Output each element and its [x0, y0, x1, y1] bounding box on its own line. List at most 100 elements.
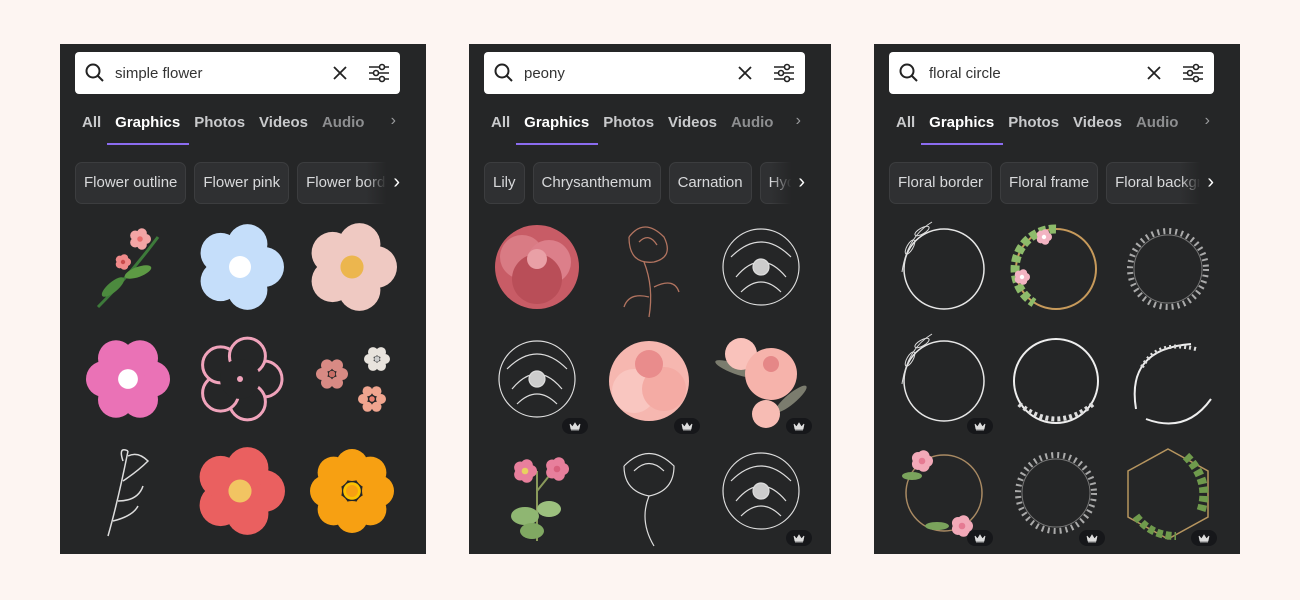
graphic-result[interactable] [75, 214, 187, 326]
graphic-result[interactable] [187, 326, 299, 438]
graphic-result[interactable] [708, 214, 820, 326]
graphic-result[interactable] [187, 438, 299, 550]
sprig-graphic [96, 228, 160, 309]
ring-leaf-graphic [901, 221, 985, 310]
filter-icon[interactable] [1182, 63, 1204, 83]
graphic-result[interactable] [299, 326, 411, 438]
tab-videos[interactable]: Videos [1073, 112, 1129, 143]
tab-audio[interactable]: Audio [1136, 112, 1186, 143]
premium-crown-icon [967, 418, 993, 434]
search-panel: floral circle All Graphics Photos Videos Aud… [874, 44, 1240, 554]
suggestion-chip[interactable]: Floral frame [1000, 162, 1099, 204]
orange-flower-graphic [310, 449, 394, 533]
graphic-result[interactable] [708, 326, 820, 438]
suggestion-chips: Floral borderFloral frameFloral backgrou… [889, 162, 1214, 204]
clear-icon[interactable] [1146, 65, 1162, 81]
tab-graphics[interactable]: Graphics [921, 112, 1004, 145]
results-grid [889, 214, 1230, 550]
graphic-result[interactable] [75, 438, 187, 550]
graphic-result[interactable] [889, 438, 1001, 550]
chevron-right-icon[interactable]: › [1205, 112, 1210, 130]
results-grid [484, 214, 821, 550]
search-bar[interactable]: simple flower [75, 52, 400, 94]
category-tabs: All Graphics Photos Videos Audio [82, 112, 378, 145]
clear-icon[interactable] [737, 65, 753, 81]
premium-crown-icon [1079, 530, 1105, 546]
graphic-result[interactable] [484, 438, 596, 550]
premium-crown-icon [967, 530, 993, 546]
search-input[interactable]: peony [524, 65, 737, 82]
graphic-result[interactable] [596, 214, 708, 326]
red-flower-graphic [199, 447, 285, 535]
graphic-result[interactable] [299, 438, 411, 550]
ring-gold-graphic [1010, 224, 1097, 310]
suggestion-chip[interactable]: Lily [484, 162, 525, 204]
graphic-result[interactable] [1001, 438, 1113, 550]
premium-crown-icon [786, 418, 812, 434]
ring-wreath-graphic [1127, 228, 1209, 310]
clear-icon[interactable] [332, 65, 348, 81]
search-panel: simple flower All Graphics Photos Videos Aud… [60, 44, 426, 554]
graphic-result[interactable] [75, 326, 187, 438]
tab-audio[interactable]: Audio [322, 112, 372, 143]
line-stem-graphic [107, 449, 150, 537]
tab-photos[interactable]: Photos [1008, 112, 1066, 143]
graphic-result[interactable] [1001, 214, 1113, 326]
premium-crown-icon [786, 530, 812, 546]
pink-flower-graphic [86, 340, 170, 418]
suggestion-chip[interactable]: Carnation [668, 162, 752, 204]
search-icon [85, 63, 104, 82]
graphic-result[interactable] [1001, 326, 1113, 438]
graphic-result[interactable] [299, 214, 411, 326]
results-grid [75, 214, 416, 550]
suggestion-chip[interactable]: Flower outline [75, 162, 187, 204]
graphic-result[interactable] [596, 438, 708, 550]
chevron-right-icon[interactable]: › [796, 112, 801, 130]
category-tabs: All Graphics Photos Videos Audio [896, 112, 1192, 145]
ring-swirl-graphic [1133, 343, 1212, 425]
tab-photos[interactable]: Photos [194, 112, 252, 143]
outline-pink-graphic [201, 336, 284, 422]
suggestion-chips: LilyChrysanthemumCarnationHydrangea [484, 162, 805, 204]
suggestion-chip[interactable]: Flower pink [194, 162, 290, 204]
suggestion-chip[interactable]: Chrysanthemum [532, 162, 661, 204]
graphic-result[interactable] [1113, 214, 1225, 326]
tab-all[interactable]: All [896, 112, 922, 143]
tab-photos[interactable]: Photos [603, 112, 661, 143]
red-peony-graphic [495, 225, 579, 309]
graphic-result[interactable] [596, 326, 708, 438]
copper-line-graphic [623, 226, 680, 318]
graphic-result[interactable] [1113, 438, 1225, 550]
search-bar[interactable]: peony [484, 52, 805, 94]
chevron-right-icon[interactable]: › [391, 112, 396, 130]
tab-all[interactable]: All [491, 112, 517, 143]
white-line-graphic [722, 228, 800, 306]
search-icon [494, 63, 513, 82]
search-input[interactable]: floral circle [929, 65, 1146, 82]
suggestion-chip[interactable]: Floral border [889, 162, 993, 204]
chips-next-icon[interactable]: › [771, 162, 805, 204]
premium-crown-icon [562, 418, 588, 434]
search-panel: peony All Graphics Photos Videos Audio › Lil… [469, 44, 831, 554]
graphic-result[interactable] [889, 326, 1001, 438]
graphic-result[interactable] [484, 326, 596, 438]
graphic-result[interactable] [889, 214, 1001, 326]
search-bar[interactable]: floral circle [889, 52, 1214, 94]
tab-videos[interactable]: Videos [668, 112, 724, 143]
filter-icon[interactable] [368, 63, 390, 83]
white-line-stem-graphic [623, 452, 675, 547]
graphic-result[interactable] [187, 214, 299, 326]
graphic-result[interactable] [708, 438, 820, 550]
search-input[interactable]: simple flower [115, 65, 332, 82]
tab-videos[interactable]: Videos [259, 112, 315, 143]
chips-next-icon[interactable]: › [366, 162, 400, 204]
chips-next-icon[interactable]: › [1180, 162, 1214, 204]
graphic-result[interactable] [1113, 326, 1225, 438]
graphic-result[interactable] [484, 214, 596, 326]
tab-graphics[interactable]: Graphics [516, 112, 599, 145]
tab-graphics[interactable]: Graphics [107, 112, 190, 145]
premium-crown-icon [1191, 530, 1217, 546]
tab-audio[interactable]: Audio [731, 112, 781, 143]
filter-icon[interactable] [773, 63, 795, 83]
tab-all[interactable]: All [82, 112, 108, 143]
